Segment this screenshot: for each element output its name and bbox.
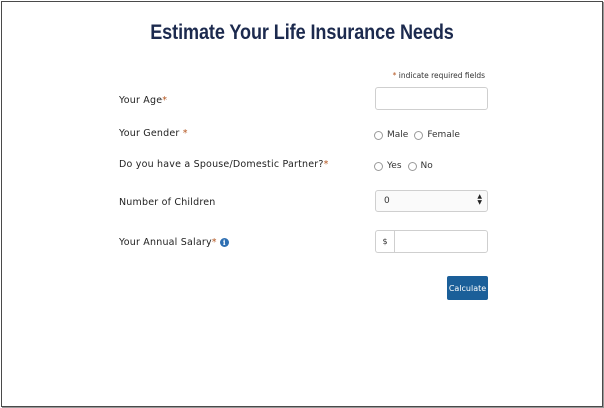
spouse-option-no[interactable]: No xyxy=(407,161,433,171)
required-fields-note: * indicate required fields xyxy=(393,71,485,80)
currency-addon: $ xyxy=(375,230,394,253)
spouse-option-yes[interactable]: Yes xyxy=(374,161,402,171)
updown-arrows-icon: ▲ ▼ xyxy=(477,193,482,206)
spouse-option-label: No xyxy=(420,161,433,171)
calculate-button[interactable]: Calculate xyxy=(447,276,488,300)
spouse-label-text: Do you have a Spouse/Domestic Partner? xyxy=(119,159,324,170)
age-input[interactable] xyxy=(375,87,488,110)
required-note-text: indicate required fields xyxy=(396,71,485,80)
age-label-text: Your Age xyxy=(119,95,163,106)
radio-button-male[interactable] xyxy=(374,130,383,140)
children-select-value: 0 xyxy=(384,196,390,206)
children-label-text: Number of Children xyxy=(119,197,216,208)
age-label: Your Age* xyxy=(119,95,167,106)
info-icon[interactable]: i xyxy=(219,238,229,247)
required-star: * xyxy=(323,159,329,170)
radio-button-female[interactable] xyxy=(414,130,424,140)
salary-input[interactable] xyxy=(394,230,488,253)
gender-label-text: Your Gender xyxy=(119,128,183,139)
salary-label: Your Annual Salary* i xyxy=(119,237,229,248)
required-star: * xyxy=(162,95,168,106)
radio-button-no[interactable] xyxy=(407,161,417,171)
spouse-option-label: Yes xyxy=(387,161,402,171)
gender-option-label: Male xyxy=(387,130,409,140)
spouse-radio-group: Yes No xyxy=(374,161,439,171)
required-star: * xyxy=(182,128,188,139)
spouse-label: Do you have a Spouse/Domestic Partner?* xyxy=(119,159,329,170)
gender-option-male[interactable]: Male xyxy=(374,130,408,140)
gender-label: Your Gender * xyxy=(119,128,188,139)
page-title: Estimate Your Life Insurance Needs xyxy=(150,21,454,44)
children-select[interactable]: 0 ▲ ▼ xyxy=(375,190,488,212)
gender-option-label: Female xyxy=(427,130,460,140)
radio-button-yes[interactable] xyxy=(374,161,383,171)
salary-label-text: Your Annual Salary xyxy=(119,237,212,248)
required-star: * xyxy=(211,237,217,248)
children-label: Number of Children xyxy=(119,197,216,208)
page-frame: Estimate Your Life Insurance Needs * ind… xyxy=(1,1,603,407)
gender-radio-group: Male Female xyxy=(374,130,466,140)
gender-option-female[interactable]: Female xyxy=(414,130,460,140)
